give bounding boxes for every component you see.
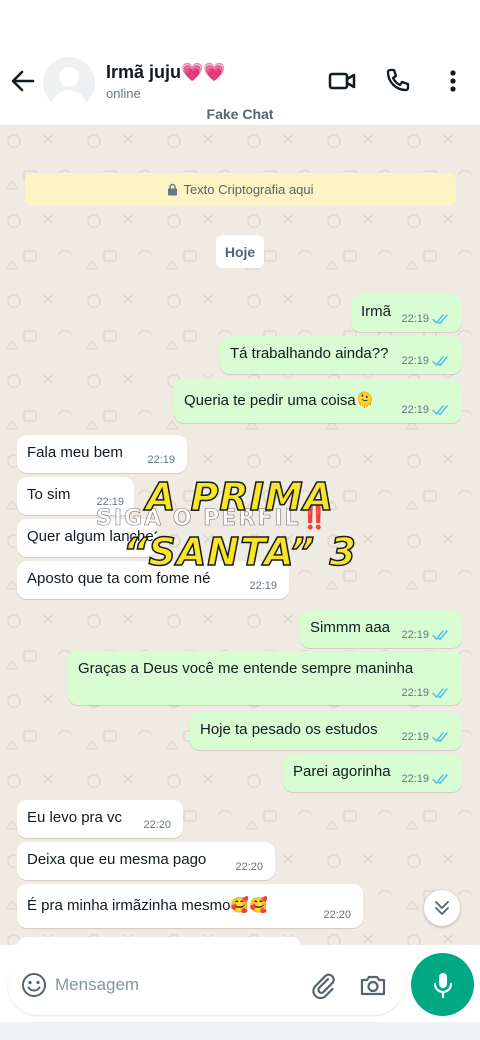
double-check-icon [432, 630, 448, 641]
double-check-icon [432, 774, 448, 785]
message-time: 22:20 [143, 819, 171, 831]
emoji-icon[interactable] [20, 971, 48, 999]
arrow-left-icon[interactable] [8, 66, 38, 96]
chat-area[interactable]: Texto Criptografia aqui Hoje Irmã 22:19 … [0, 125, 480, 945]
message-input[interactable]: Mensagem [55, 975, 139, 995]
message-composer[interactable]: Mensagem [8, 955, 404, 1015]
message-outgoing[interactable]: Queria te pedir uma coisa🫠 22:19 [174, 379, 462, 423]
message-incoming[interactable]: Eu levo pra vc 22:20 [17, 800, 183, 838]
double-check-icon [432, 314, 448, 325]
message-time: 22:19 [249, 580, 277, 592]
message-text: Deixa que eu mesma pago [27, 851, 207, 868]
message-text: É pra minha irmãzinha mesmo🥰🥰 [27, 897, 268, 914]
message-time: 22:19 [401, 629, 429, 641]
message-incoming[interactable]: Fala meu bem 22:19 [17, 435, 187, 473]
video-camera-icon[interactable] [327, 66, 357, 96]
encryption-notice[interactable]: Texto Criptografia aqui [25, 173, 456, 206]
message-time: 22:19 [401, 404, 429, 416]
message-incoming-partial[interactable] [17, 937, 301, 945]
message-time: 22:19 [401, 687, 429, 699]
message-text: Graças a Deus você me entende sempre man… [78, 660, 414, 677]
chevron-double-down-icon [435, 901, 449, 915]
message-time: 22:19 [401, 313, 429, 325]
message-time: 22:19 [401, 773, 429, 785]
contact-name[interactable]: Irmã juju💗💗 [106, 62, 226, 83]
message-incoming[interactable]: É pra minha irmãzinha mesmo🥰🥰 22:20 [17, 884, 363, 928]
lock-icon [168, 183, 178, 196]
message-text: Fala meu bem [27, 444, 123, 461]
camera-icon[interactable] [358, 970, 388, 1000]
avatar[interactable] [43, 57, 95, 109]
overlay-title-line2: “SANTA” 3 [122, 529, 357, 575]
message-time: 22:20 [235, 861, 263, 873]
double-check-icon [432, 405, 448, 416]
day-separator: Hoje [216, 235, 264, 268]
message-text: Parei agorinha [293, 763, 391, 780]
message-incoming[interactable]: Deixa que eu mesma pago 22:20 [17, 842, 275, 880]
navigation-bar [0, 1022, 480, 1040]
message-outgoing[interactable]: Simmm aaa 22:19 [300, 610, 462, 648]
double-check-icon [432, 688, 448, 699]
double-check-icon [432, 732, 448, 743]
message-text: Irmã [361, 303, 391, 320]
message-outgoing[interactable]: Hoje ta pesado os estudos 22:19 [190, 712, 462, 750]
scroll-to-bottom-button[interactable] [424, 890, 460, 926]
message-time: 22:20 [323, 909, 351, 921]
message-time: 22:19 [147, 454, 175, 466]
message-time: 22:19 [401, 355, 429, 367]
voice-message-button[interactable] [411, 953, 474, 1016]
paperclip-icon[interactable] [308, 970, 338, 1000]
microphone-icon [433, 973, 453, 999]
contact-status: online [106, 86, 141, 101]
encryption-text: Texto Criptografia aqui [183, 182, 314, 197]
message-text: Simmm aaa [310, 619, 391, 636]
message-outgoing[interactable]: Graças a Deus você me entende sempre man… [68, 651, 462, 705]
app-label: Fake Chat [206, 106, 274, 122]
message-time: 22:19 [401, 731, 429, 743]
message-text: Hoje ta pesado os estudos [200, 721, 378, 738]
phone-icon[interactable] [382, 66, 412, 96]
chat-header: Irmã juju💗💗 online Fake Chat [0, 0, 480, 125]
message-outgoing[interactable]: Irmã 22:19 [351, 294, 462, 332]
message-outgoing[interactable]: Tá trabalhando ainda?? 22:19 [220, 336, 462, 374]
message-text: Queria te pedir uma coisa🫠 [184, 392, 375, 409]
overlay-title-line1: A PRIMA [145, 474, 335, 520]
double-check-icon [432, 356, 448, 367]
more-vertical-icon[interactable] [438, 66, 468, 96]
message-text: Eu levo pra vc [27, 809, 123, 826]
message-text: Tá trabalhando ainda?? [230, 345, 389, 362]
message-outgoing[interactable]: Parei agorinha 22:19 [283, 754, 462, 792]
